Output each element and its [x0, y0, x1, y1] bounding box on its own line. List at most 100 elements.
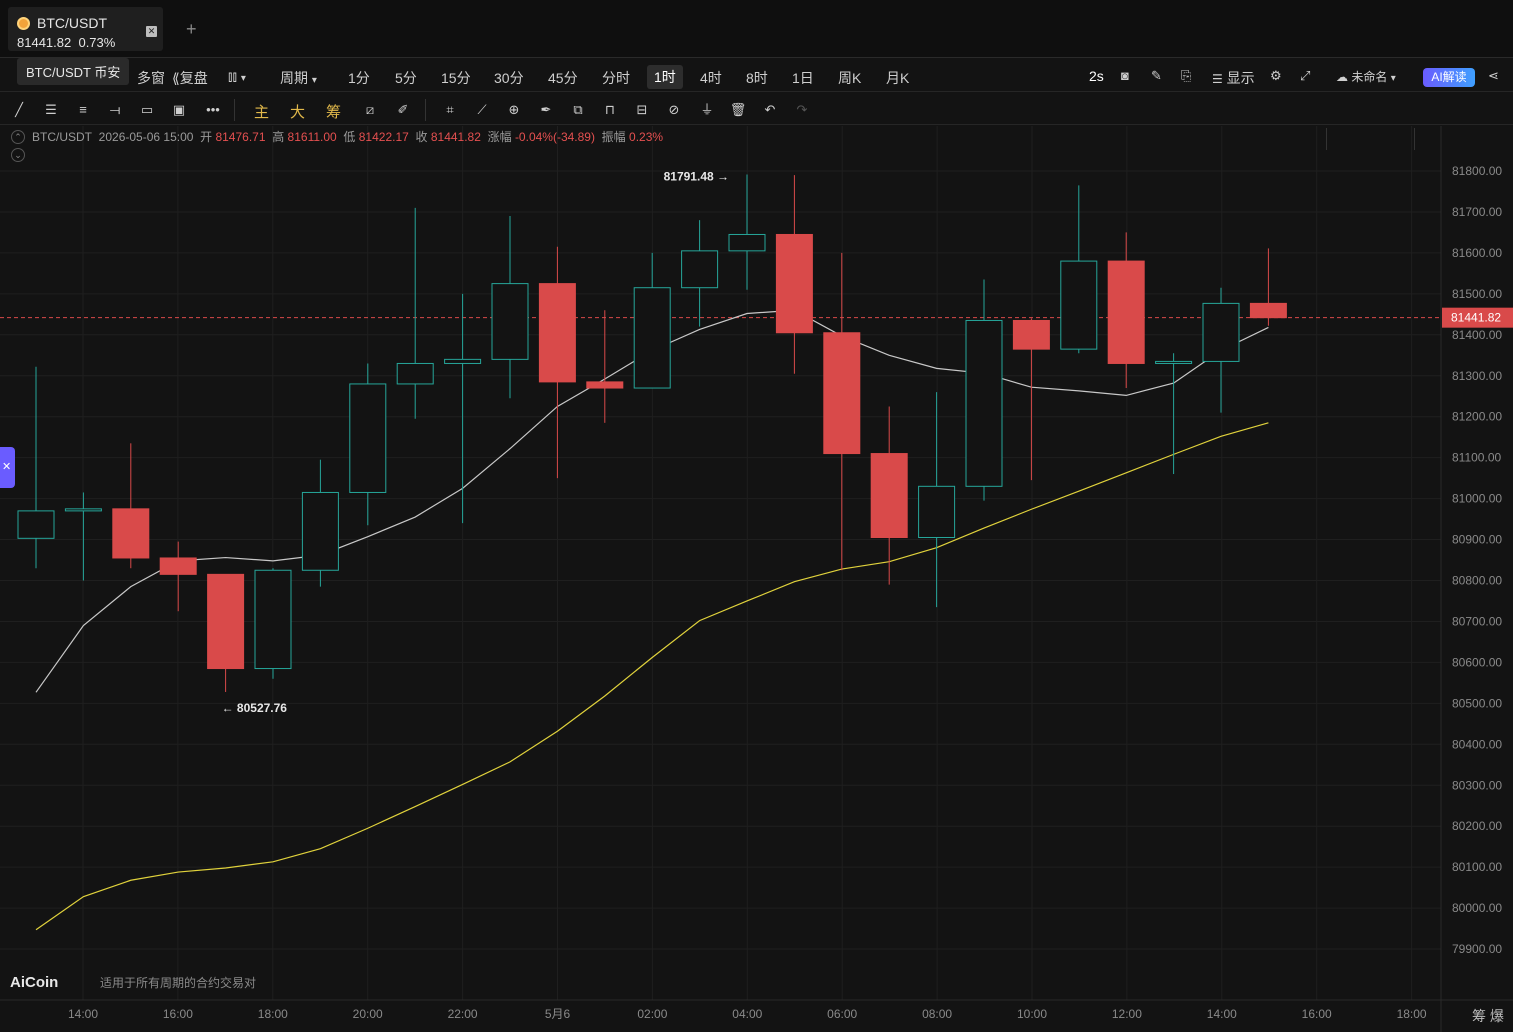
- tab-symbol: BTC/USDT: [37, 15, 107, 31]
- footer-note: 适用于所有周期的合约交易对: [100, 976, 257, 990]
- candle-body: [112, 508, 150, 559]
- rectangle-icon[interactable]: ▭: [138, 101, 156, 119]
- chart-pattern-icon[interactable]: ⧄: [361, 101, 379, 119]
- interval-1d[interactable]: 1日: [792, 68, 814, 88]
- expand-indicators-icon[interactable]: ⌄: [11, 148, 25, 162]
- candle: [965, 279, 1003, 501]
- app: { "tab": {"symbol":"BTC/USDT","price":"8…: [0, 0, 1513, 1032]
- eraser-tool-icon[interactable]: ✐: [394, 101, 412, 119]
- interval-week[interactable]: 周K: [838, 68, 861, 88]
- high-marker-label: 81791.48 →: [664, 169, 729, 183]
- chip-toggle[interactable]: 筹: [326, 101, 341, 122]
- candle: [728, 174, 766, 290]
- candle-body: [1202, 302, 1240, 362]
- hide-drawings-icon[interactable]: ⊟: [633, 101, 651, 119]
- redo-icon[interactable]: ↷: [793, 101, 811, 119]
- undo-icon[interactable]: ↶: [761, 101, 779, 119]
- link-icon[interactable]: ⧉: [569, 101, 587, 119]
- tab-btc-usdt[interactable]: BTC/USDT 81441.82 0.73% ✕: [8, 7, 163, 51]
- interval-timeshare[interactable]: 分时: [602, 68, 630, 88]
- candle: [349, 363, 387, 526]
- display-button[interactable]: ☰ 显示: [1212, 68, 1255, 88]
- candle-body: [349, 383, 387, 493]
- candle: [254, 568, 292, 679]
- x-tick-label: 16:00: [163, 1007, 193, 1021]
- share-icon[interactable]: ⋖: [1488, 68, 1499, 84]
- fullscreen-icon[interactable]: ⤢: [1300, 68, 1310, 84]
- settings-icon[interactable]: ⚙: [1270, 68, 1282, 84]
- candle-body: [633, 287, 671, 389]
- layout-dropdown[interactable]: ☁ 未命名 ▾: [1336, 68, 1396, 85]
- divider: [425, 99, 426, 121]
- trash-icon[interactable]: 🗑: [729, 101, 747, 119]
- trend-line-icon[interactable]: ╱: [10, 101, 28, 119]
- price-chart[interactable]: 81800.00 81700.00 81600.00 81500.00 81400.00…: [0, 0, 1513, 1032]
- aicoin-logo: AiCoin: [10, 974, 59, 991]
- y-tick-label: 80200.00: [1452, 819, 1502, 833]
- interval-1h[interactable]: 1时: [647, 65, 683, 89]
- close-tab-icon[interactable]: ✕: [146, 26, 157, 37]
- candle-body: [396, 362, 434, 385]
- y-tick-label: 80900.00: [1452, 533, 1502, 547]
- refresh-rate[interactable]: 2s: [1089, 68, 1104, 84]
- candle: [444, 293, 482, 524]
- interval-1m[interactable]: 1分: [348, 68, 370, 88]
- interval-45m[interactable]: 45分: [548, 68, 578, 88]
- interval-4h[interactable]: 4时: [700, 68, 722, 88]
- y-tick-label: 80300.00: [1452, 778, 1502, 792]
- zoom-in-icon[interactable]: ⊕: [505, 101, 523, 119]
- corner-indicators[interactable]: 筹 爆: [1472, 1006, 1504, 1026]
- candle: [633, 252, 671, 389]
- candle: [586, 310, 624, 423]
- pen-icon[interactable]: ✎: [1151, 68, 1162, 84]
- candle: [823, 252, 861, 571]
- main-toolbar: 多窗 ⟪复盘 ⫾⫾ ▾ 周期 ▾ 1分 5分 15分 30分 45分 分时 1时…: [0, 62, 1513, 150]
- collapse-legend-icon[interactable]: ⌃: [11, 130, 25, 144]
- x-tick-label: 08:00: [922, 1007, 952, 1021]
- eye-off-icon[interactable]: ⊘: [665, 101, 683, 119]
- interval-30m[interactable]: 30分: [494, 68, 524, 88]
- horizontal-lines-icon[interactable]: ☰: [42, 101, 60, 119]
- horizontal-ray-icon[interactable]: ⟞: [106, 101, 124, 119]
- magnet-icon[interactable]: ✒: [537, 101, 555, 119]
- y-tick-label: 80600.00: [1452, 655, 1502, 669]
- candle-body: [1012, 319, 1050, 350]
- candle-body: [918, 485, 956, 539]
- chart-type-button[interactable]: ⫾⫾ ▾: [228, 68, 246, 85]
- ai-analysis-button[interactable]: AI解读: [1423, 68, 1475, 87]
- candle-body: [64, 508, 102, 512]
- x-tick-label: 18:00: [1397, 1007, 1427, 1021]
- candle: [112, 443, 150, 569]
- text-note-icon[interactable]: ▣: [170, 101, 188, 119]
- ruler-icon[interactable]: ⟋: [473, 101, 491, 119]
- camera-icon[interactable]: ◙: [1121, 68, 1129, 83]
- filter-icon[interactable]: ⏚: [698, 101, 716, 119]
- x-tick-label: 16:00: [1302, 1007, 1332, 1021]
- crop-icon[interactable]: ⌗: [441, 101, 459, 119]
- cloud-icon: ☁: [1336, 70, 1348, 84]
- interval-15m[interactable]: 15分: [441, 68, 471, 88]
- interval-5m[interactable]: 5分: [395, 68, 417, 88]
- x-tick-label: 20:00: [353, 1007, 383, 1021]
- lock-icon[interactable]: ⊓: [601, 101, 619, 119]
- multi-window-button[interactable]: 多窗: [137, 68, 165, 88]
- main-indicator-toggle[interactable]: 主: [254, 101, 269, 122]
- x-tick-label: 18:00: [258, 1007, 288, 1021]
- y-tick-label: 80500.00: [1452, 696, 1502, 710]
- interval-month[interactable]: 月K: [886, 68, 909, 88]
- big-order-toggle[interactable]: 大: [290, 101, 305, 122]
- share-screen-icon[interactable]: ⎘: [1181, 68, 1191, 84]
- add-tab-button[interactable]: +: [186, 19, 197, 40]
- y-tick-label: 81600.00: [1452, 246, 1502, 260]
- period-dropdown[interactable]: 周期 ▾: [280, 68, 317, 88]
- side-panel-handle[interactable]: ✕: [0, 447, 15, 488]
- replay-button[interactable]: ⟪复盘: [172, 68, 208, 88]
- candle-body: [1107, 260, 1145, 364]
- more-tools-icon[interactable]: •••: [202, 101, 224, 119]
- interval-8h[interactable]: 8时: [746, 68, 768, 88]
- candle: [17, 366, 55, 569]
- parallel-channel-icon[interactable]: ≡: [74, 101, 92, 119]
- candle-body: [1060, 260, 1098, 350]
- tab-bar: BTC/USDT 81441.82 0.73% ✕ +: [0, 0, 1513, 58]
- candle: [918, 392, 956, 608]
